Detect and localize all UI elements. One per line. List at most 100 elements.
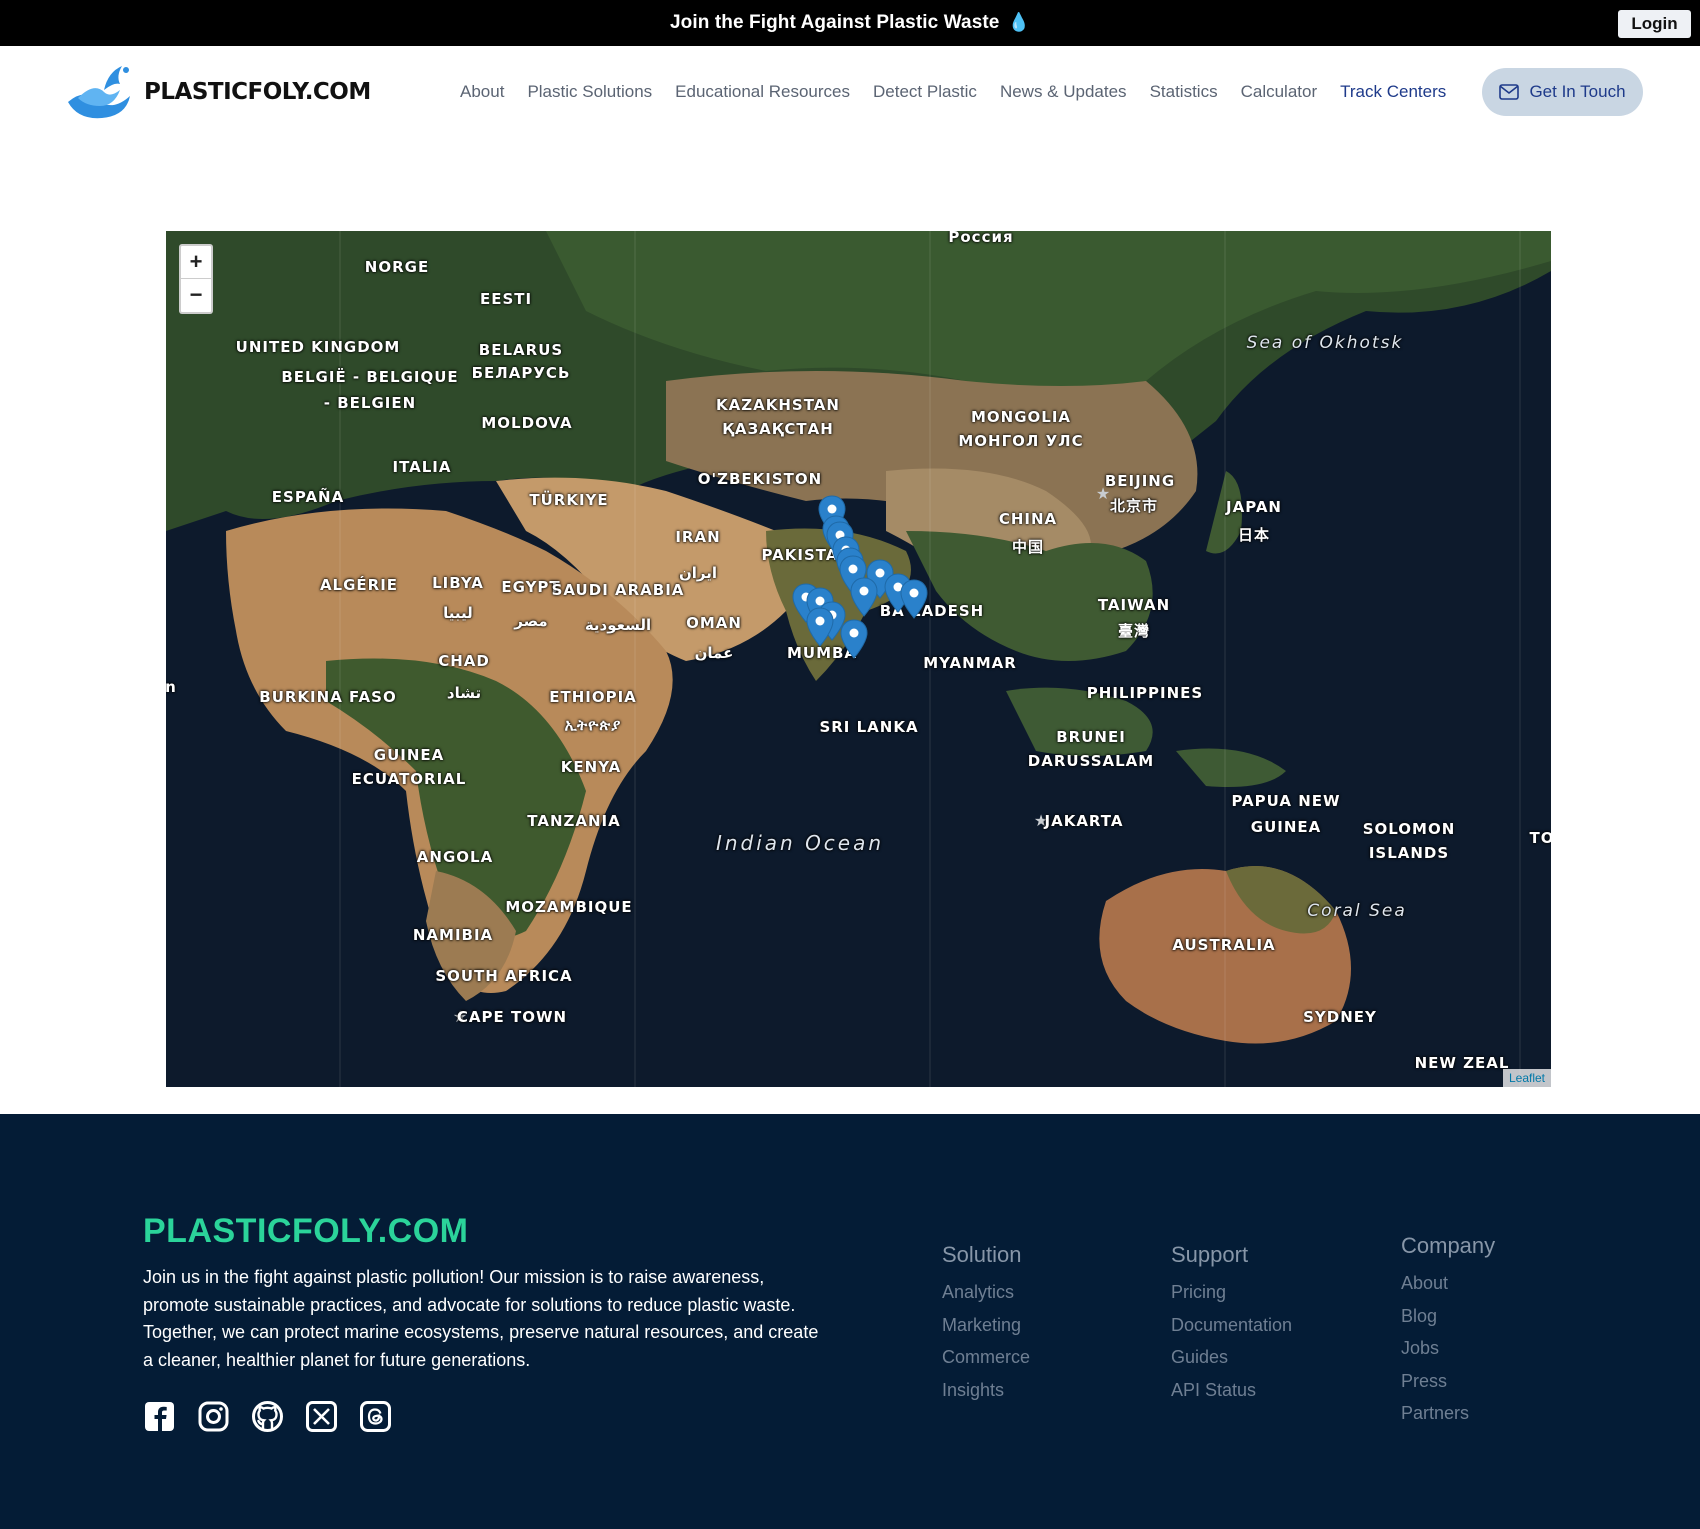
threads-icon[interactable] [359, 1400, 392, 1433]
footer-link[interactable]: Documentation [1171, 1309, 1292, 1342]
map-label: PAPUA NEW [1231, 792, 1341, 810]
map-label: ليبيا [443, 604, 473, 622]
get-in-touch-button[interactable]: Get In Touch [1482, 68, 1643, 116]
x-icon[interactable] [305, 1400, 338, 1433]
center-marker-icon[interactable] [806, 607, 834, 647]
map-label: السعودية [584, 616, 652, 634]
map-label: NEW ZEAL [1414, 1054, 1510, 1072]
map-label: n [166, 678, 177, 696]
map-label: ALGÉRIE [319, 576, 399, 594]
map-label: GUINEA [1250, 818, 1322, 836]
footer-column-title: Company [1401, 1233, 1496, 1258]
map-label: BELARUS [478, 341, 564, 359]
map-label: SYDNEY [1303, 1008, 1377, 1026]
map-label: NAMIBIA [412, 926, 494, 944]
logo-text: PLASTICFOLY.COM [144, 79, 371, 105]
map-label: KENYA [560, 758, 622, 776]
footer-link[interactable]: About [1401, 1267, 1495, 1300]
github-icon[interactable] [251, 1400, 284, 1433]
nav-statistics[interactable]: Statistics [1150, 82, 1218, 102]
map-label: TO [1529, 829, 1551, 847]
capital-star-icon: ★ [1095, 486, 1111, 503]
map-label: TAIWAN [1097, 596, 1171, 614]
main-nav: About Plastic Solutions Educational Reso… [460, 82, 1446, 102]
zoom-in-button[interactable]: + [181, 246, 211, 279]
instagram-icon[interactable] [197, 1400, 230, 1433]
map-label: UNITED KINGDOM [235, 338, 401, 356]
announcement-text: Join the Fight Against Plastic Waste 💧 [0, 12, 1700, 34]
map-label: CHINA [998, 510, 1058, 528]
nav-track-centers[interactable]: Track Centers [1340, 82, 1446, 102]
footer-column-title: Solution [942, 1242, 1022, 1267]
map-attribution[interactable]: Leaflet [1502, 1069, 1551, 1087]
nav-detect-plastic[interactable]: Detect Plastic [873, 82, 977, 102]
site-header: PLASTICFOLY.COM About Plastic Solutions … [0, 46, 1700, 138]
nav-news-updates[interactable]: News & Updates [1000, 82, 1127, 102]
map-label: BELGIË - BELGIQUE [281, 368, 459, 386]
footer-link[interactable]: Analytics [942, 1276, 1030, 1309]
nav-calculator[interactable]: Calculator [1241, 82, 1318, 102]
map-label: MOLDOVA [481, 414, 573, 432]
facebook-icon[interactable] [143, 1400, 176, 1433]
center-marker-icon[interactable] [850, 577, 878, 617]
mail-icon [1499, 84, 1520, 100]
map-label: PHILIPPINES [1086, 684, 1204, 702]
footer-link[interactable]: Pricing [1171, 1276, 1292, 1309]
map-label: - BELGIEN [323, 394, 417, 412]
map-label: CAPE TOWN [456, 1008, 568, 1026]
footer-link[interactable]: Guides [1171, 1341, 1292, 1374]
map-label: BRUNEI [1056, 728, 1126, 746]
footer-link[interactable]: Commerce [942, 1341, 1030, 1374]
map-label: ҚАЗАҚСТАН [722, 420, 834, 438]
map-label: ኢትዮጵያ [564, 716, 622, 734]
footer-link[interactable]: Press [1401, 1365, 1495, 1398]
map-label: مصر [514, 612, 548, 630]
footer-link[interactable]: Insights [942, 1374, 1030, 1407]
map-label: عمان [694, 644, 734, 662]
wave-logo-icon [68, 66, 130, 119]
map-label: БЕЛАРУСЬ [471, 364, 571, 382]
center-marker-icon[interactable] [840, 619, 868, 659]
center-marker-icon[interactable] [900, 579, 928, 619]
zoom-out-button[interactable]: − [181, 279, 211, 312]
footer-link[interactable]: Partners [1401, 1397, 1495, 1430]
map-label: ESPAÑA [271, 488, 345, 506]
satellite-basemap [166, 231, 1551, 1087]
zoom-control: + − [179, 244, 213, 314]
logo[interactable]: PLASTICFOLY.COM [64, 62, 371, 122]
map-label: KAZAKHSTAN [716, 396, 840, 414]
map-label: Indian Ocean [715, 831, 885, 855]
map-label: SAUDI ARABIA [551, 581, 685, 599]
track-centers-map[interactable]: + − Россия NORGE EESTI UNITED KINGDOM BE… [166, 231, 1551, 1087]
map-label: AUSTRALIA [1172, 936, 1276, 954]
footer-link[interactable]: Blog [1401, 1300, 1495, 1333]
map-label: TÜRKIYE [529, 491, 609, 509]
map-label: IRAN [675, 528, 721, 546]
get-in-touch-label: Get In Touch [1529, 82, 1626, 101]
login-button[interactable]: Login [1618, 10, 1691, 38]
map-label: ANGOLA [416, 848, 494, 866]
map-label: BEIJING [1104, 472, 1176, 490]
footer-link[interactable]: Marketing [942, 1309, 1030, 1342]
footer-column-solution: Solution Analytics Marketing Commerce In… [942, 1242, 1030, 1406]
footer-column-support: Support Pricing Documentation Guides API… [1171, 1242, 1292, 1406]
droplet-icon: 💧 [1007, 12, 1030, 32]
map-label: MYANMAR [923, 654, 1017, 672]
nav-educational-resources[interactable]: Educational Resources [675, 82, 850, 102]
announcement-label: Join the Fight Against Plastic Waste [670, 12, 1000, 33]
announcement-bar: Join the Fight Against Plastic Waste 💧 Lo… [0, 0, 1700, 46]
map-label: MONGOLIA [970, 408, 1072, 426]
map-label: Sea of Okhotsk [1246, 333, 1404, 353]
footer-column-company: Company About Blog Jobs Press Partners [1401, 1233, 1495, 1430]
map-label: 北京市 [1109, 497, 1159, 515]
map-label: ایران [678, 564, 718, 582]
map-label: GUINEA [373, 746, 445, 764]
nav-about[interactable]: About [460, 82, 504, 102]
map-label: LIBYA [432, 574, 484, 592]
footer-description: Join us in the fight against plastic pol… [143, 1267, 819, 1370]
footer-link[interactable]: API Status [1171, 1374, 1292, 1407]
map-label: EESTI [479, 290, 533, 308]
nav-plastic-solutions[interactable]: Plastic Solutions [527, 82, 652, 102]
footer-link[interactable]: Jobs [1401, 1332, 1495, 1365]
map-label: OMAN [686, 614, 742, 632]
